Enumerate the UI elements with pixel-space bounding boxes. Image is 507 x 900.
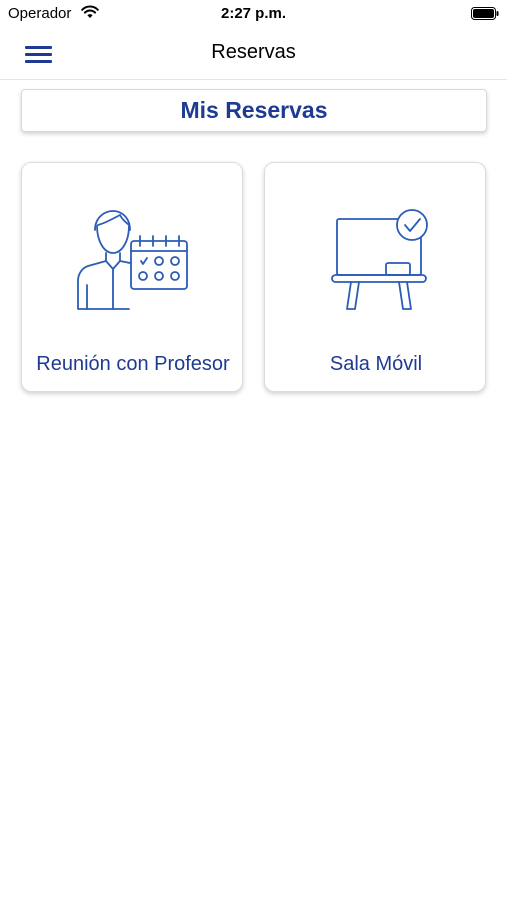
mis-reservas-label: Mis Reservas bbox=[180, 97, 328, 123]
teacher-calendar-icon bbox=[77, 210, 188, 310]
sala-movil-card[interactable]: Sala Móvil bbox=[264, 162, 486, 392]
status-time: 2:27 p.m. bbox=[220, 5, 287, 22]
sala-movil-label: Sala Móvil bbox=[329, 353, 423, 375]
battery-icon bbox=[471, 7, 499, 20]
reunion-profesor-card[interactable]: Reunión con Profesor bbox=[21, 162, 243, 392]
navigation-bar: Reservas bbox=[0, 30, 507, 80]
mis-reservas-button[interactable]: Mis Reservas bbox=[21, 89, 487, 132]
whiteboard-check-icon bbox=[331, 209, 428, 310]
status-bar: Operador 2:27 p.m. bbox=[0, 0, 507, 30]
reunion-profesor-label: Reunión con Profesor bbox=[36, 353, 230, 375]
page-title: Reservas bbox=[211, 41, 296, 63]
